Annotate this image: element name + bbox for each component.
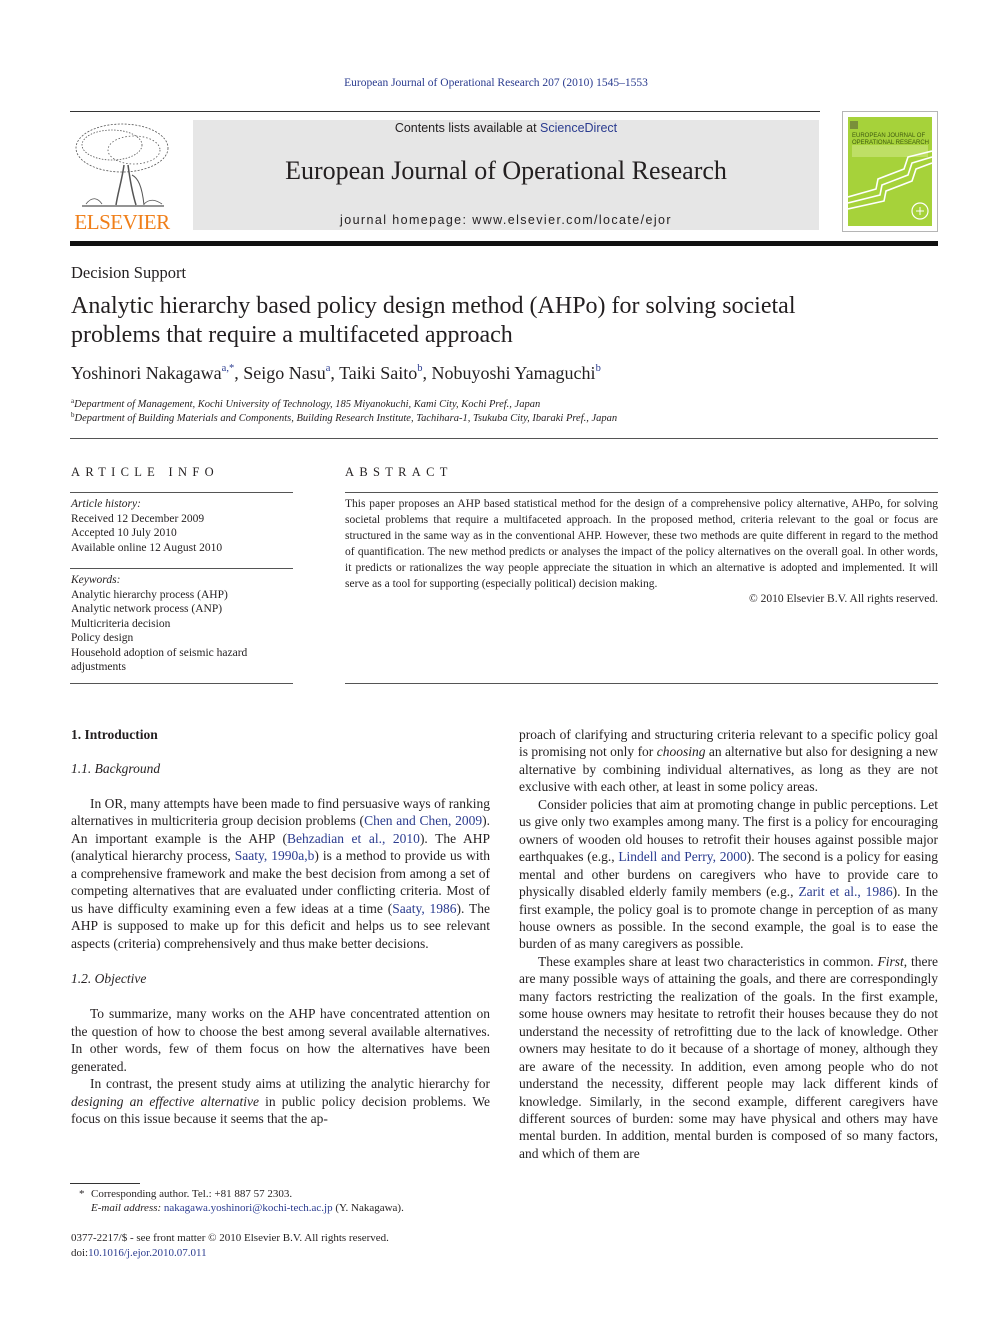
author[interactable]: Seigo Nasua bbox=[243, 363, 330, 383]
title-line-1: Analytic hierarchy based policy design m… bbox=[71, 293, 796, 319]
abstract-heading: ABSTRACT bbox=[345, 465, 453, 479]
abstract-rule bbox=[345, 492, 938, 493]
history-accepted: Accepted 10 July 2010 bbox=[71, 527, 177, 539]
keyword: Household adoption of seismic hazard adj… bbox=[71, 646, 248, 674]
email-note: E-mail address: nakagawa.yoshinori@kochi… bbox=[91, 1202, 404, 1214]
citation-link[interactable]: Zarit et al., 1986 bbox=[798, 884, 892, 899]
cover-title-line2: OPERATIONAL RESEARCH bbox=[852, 140, 929, 146]
sciencedirect-link[interactable]: ScienceDirect bbox=[540, 121, 617, 135]
subsection-heading-background: 1.1. Background bbox=[71, 761, 161, 777]
journal-banner: Contents lists available at ScienceDirec… bbox=[193, 120, 819, 230]
emphasis: First bbox=[877, 953, 904, 969]
article-history: Article history: Received 12 December 20… bbox=[71, 497, 293, 555]
history-received: Received 12 December 2009 bbox=[71, 512, 205, 525]
affiliation-a: aDepartment of Management, Kochi Univers… bbox=[71, 397, 541, 410]
title-block-rule bbox=[70, 438, 938, 439]
author[interactable]: Yoshinori Nakagawaa,* bbox=[71, 363, 234, 383]
paragraph: These examples share at least two charac… bbox=[519, 953, 938, 1161]
keywords: Keywords: Analytic hierarchy process (AH… bbox=[71, 573, 293, 675]
keyword: Multicriteria decision bbox=[71, 617, 171, 630]
paragraph: In contrast, the present study aims at u… bbox=[71, 1076, 490, 1127]
corresponding-author-note: * Corresponding author. Tel.: +81 887 57 … bbox=[79, 1188, 293, 1200]
cover-art-icon: EUROPEAN JOURNAL OF OPERATIONAL RESEARCH bbox=[848, 121, 932, 220]
elsevier-tree-icon bbox=[75, 123, 169, 207]
abstract: This paper proposes an AHP based statist… bbox=[345, 497, 938, 608]
cover-title-line1: EUROPEAN JOURNAL OF bbox=[852, 133, 925, 139]
banner-thick-rule bbox=[70, 241, 938, 246]
history-online: Available online 12 August 2010 bbox=[71, 541, 223, 554]
author[interactable]: Nobuyoshi Yamaguchib bbox=[432, 363, 601, 383]
article-info-bottom-rule bbox=[70, 683, 293, 684]
contents-prefix: Contents lists available at bbox=[394, 121, 541, 135]
footnote: * Corresponding author. Tel.: +81 887 57 … bbox=[71, 1187, 501, 1215]
footnote-rule bbox=[70, 1183, 140, 1184]
doi-line: doi:10.1016/j.ejor.2010.07.011 bbox=[71, 1246, 207, 1259]
author-list: Yoshinori Nakagawaa,*, Seigo Nasua, Taik… bbox=[71, 363, 601, 383]
journal-homepage[interactable]: journal homepage: www.elsevier.com/locat… bbox=[193, 213, 819, 227]
front-matter: 0377-2217/$ - see front matter © 2010 El… bbox=[71, 1231, 501, 1260]
journal-title: European Journal of Operational Research bbox=[285, 156, 727, 185]
running-header[interactable]: European Journal of Operational Research… bbox=[0, 77, 992, 89]
citation-link[interactable]: Chen and Chen, 2009 bbox=[364, 813, 482, 828]
body-column-right: proach of clarifying and structuring cri… bbox=[519, 726, 938, 1162]
abstract-bottom-rule bbox=[345, 683, 938, 684]
abstract-text: This paper proposes an AHP based statist… bbox=[345, 498, 938, 590]
keywords-rule bbox=[70, 568, 293, 569]
paragraph: Consider policies that aim at promoting … bbox=[519, 796, 939, 952]
body-column-left: 1. Introduction 1.1. Background In OR, m… bbox=[71, 726, 490, 1128]
contents-availability: Contents lists available at ScienceDirec… bbox=[193, 121, 819, 135]
paragraph: In OR, many attempts have been made to f… bbox=[71, 795, 491, 951]
citation-link[interactable]: Lindell and Perry, 2000 bbox=[618, 849, 746, 864]
email-link[interactable]: nakagawa.yoshinori@kochi-tech.ac.jp bbox=[164, 1202, 333, 1214]
article-info-rule bbox=[70, 492, 293, 493]
journal-cover[interactable]: EUROPEAN JOURNAL OF OPERATIONAL RESEARCH bbox=[842, 111, 938, 232]
keywords-label: Keywords: bbox=[71, 574, 121, 586]
keyword: Policy design bbox=[71, 632, 134, 644]
cover-image: EUROPEAN JOURNAL OF OPERATIONAL RESEARCH bbox=[848, 117, 932, 226]
issn-line: 0377-2217/$ - see front matter © 2010 El… bbox=[71, 1232, 389, 1244]
section-heading-introduction: 1. Introduction bbox=[71, 727, 158, 742]
keyword: Analytic hierarchy process (AHP) bbox=[71, 588, 228, 601]
header-rule bbox=[70, 111, 820, 112]
citation-link[interactable]: Saaty, 1990a,b bbox=[235, 848, 315, 863]
article-section: Decision Support bbox=[71, 263, 187, 282]
citation-link[interactable]: Saaty, 1986 bbox=[392, 901, 456, 916]
elsevier-wordmark: ELSEVIER bbox=[74, 210, 170, 234]
elsevier-logo[interactable]: ELSEVIER bbox=[70, 120, 174, 234]
paragraph: proach of clarifying and structuring cri… bbox=[519, 727, 938, 795]
affiliation-mark[interactable]: b bbox=[596, 363, 601, 374]
subsection-heading-objective: 1.2. Objective bbox=[71, 970, 147, 986]
history-label: Article history: bbox=[71, 498, 141, 510]
article-info-heading: ARTICLE INFO bbox=[71, 465, 219, 479]
emphasis: choosing bbox=[656, 744, 706, 760]
doi-link[interactable]: 10.1016/j.ejor.2010.07.011 bbox=[88, 1247, 206, 1259]
article-title: Analytic hierarchy based policy design m… bbox=[71, 292, 931, 350]
abstract-copyright: © 2010 Elsevier B.V. All rights reserved… bbox=[749, 593, 938, 606]
keyword: Analytic network process (ANP) bbox=[71, 603, 223, 615]
author[interactable]: Taiki Saitob bbox=[339, 363, 422, 383]
emphasis: designing an effective alternative bbox=[71, 1093, 259, 1109]
paragraph: To summarize, many works on the AHP have… bbox=[71, 1006, 490, 1074]
citation-link[interactable]: Behzadian et al., 2010 bbox=[287, 831, 420, 846]
affiliation-b: bDepartment of Building Materials and Co… bbox=[71, 411, 618, 424]
title-line-2: problems that require a multifaceted app… bbox=[71, 322, 513, 348]
affiliation-mark[interactable]: a,* bbox=[222, 363, 235, 374]
